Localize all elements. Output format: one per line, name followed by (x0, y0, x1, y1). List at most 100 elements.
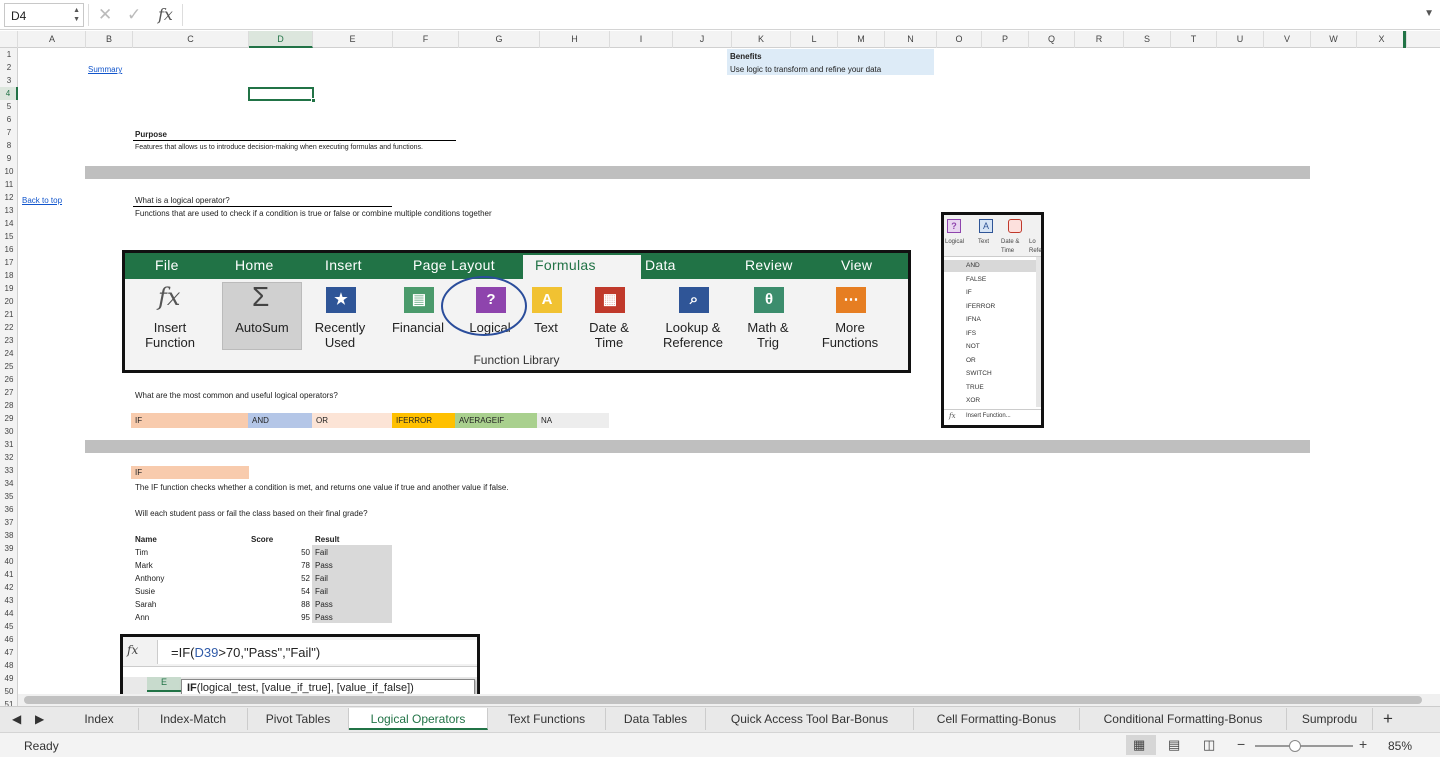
column-header-l[interactable]: L (791, 31, 838, 48)
row-header-26[interactable]: 26 (0, 373, 18, 386)
row-header-15[interactable]: 15 (0, 230, 18, 243)
column-header-e[interactable]: E (313, 31, 393, 48)
column-header-i[interactable]: I (610, 31, 673, 48)
row-header-11[interactable]: 11 (0, 178, 18, 191)
row-header-17[interactable]: 17 (0, 256, 18, 269)
row-header-45[interactable]: 45 (0, 620, 18, 633)
operator-cell-or[interactable]: OR (312, 413, 392, 428)
column-header-u[interactable]: U (1217, 31, 1264, 48)
row-header-29[interactable]: 29 (0, 412, 18, 425)
row-header-3[interactable]: 3 (0, 74, 18, 87)
row-header-32[interactable]: 32 (0, 451, 18, 464)
row-header-38[interactable]: 38 (0, 529, 18, 542)
row-header-22[interactable]: 22 (0, 321, 18, 334)
row-header-28[interactable]: 28 (0, 399, 18, 412)
sheet-tab-pivot-tables[interactable]: Pivot Tables (248, 708, 349, 730)
row-header-13[interactable]: 13 (0, 204, 18, 217)
row-header-27[interactable]: 27 (0, 386, 18, 399)
operator-cell-if[interactable]: IF (131, 413, 248, 428)
column-header-w[interactable]: W (1311, 31, 1357, 48)
row-header-14[interactable]: 14 (0, 217, 18, 230)
back-to-top-link[interactable]: Back to top (22, 194, 62, 207)
row-header-9[interactable]: 9 (0, 152, 18, 165)
row-header-41[interactable]: 41 (0, 568, 18, 581)
row-header-1[interactable]: 1 (0, 48, 18, 61)
sheet-tab-conditional-formatting-bonus[interactable]: Conditional Formatting-Bonus (1080, 708, 1287, 730)
row-header-44[interactable]: 44 (0, 607, 18, 620)
insert-function-icon[interactable]: fx (158, 5, 173, 24)
row-header-21[interactable]: 21 (0, 308, 18, 321)
row-header-47[interactable]: 47 (0, 646, 18, 659)
expand-formula-bar-icon[interactable]: ▼ (1424, 8, 1434, 19)
sheet-tab-data-tables[interactable]: Data Tables (606, 708, 706, 730)
row-header-25[interactable]: 25 (0, 360, 18, 373)
operator-cell-na[interactable]: NA (537, 413, 609, 428)
row-header-23[interactable]: 23 (0, 334, 18, 347)
row-header-18[interactable]: 18 (0, 269, 18, 282)
column-header-x[interactable]: X (1357, 31, 1407, 48)
row-header-20[interactable]: 20 (0, 295, 18, 308)
sheet-tab-logical-operators[interactable]: Logical Operators (349, 708, 488, 730)
select-all-corner[interactable] (0, 31, 18, 48)
scroll-right-icon[interactable]: ▶ (35, 712, 44, 726)
operator-cell-and[interactable]: AND (248, 413, 312, 428)
row-header-33[interactable]: 33 (0, 464, 18, 477)
row-header-10[interactable]: 10 (0, 165, 18, 178)
row-header-36[interactable]: 36 (0, 503, 18, 516)
cancel-icon[interactable]: ✕ (98, 5, 112, 25)
sheet-tab-cell-formatting-bonus[interactable]: Cell Formatting-Bonus (914, 708, 1080, 730)
column-header-r[interactable]: R (1075, 31, 1124, 48)
column-header-t[interactable]: T (1171, 31, 1217, 48)
row-header-46[interactable]: 46 (0, 633, 18, 646)
column-header-g[interactable]: G (459, 31, 540, 48)
name-box-spinner-icon[interactable]: ▲ ▼ (73, 6, 80, 24)
column-header-h[interactable]: H (540, 31, 610, 48)
fill-handle[interactable] (311, 98, 316, 103)
column-header-m[interactable]: M (838, 31, 885, 48)
row-header-34[interactable]: 34 (0, 477, 18, 490)
row-header-30[interactable]: 30 (0, 425, 18, 438)
confirm-icon[interactable]: ✓ (127, 5, 141, 25)
normal-view-icon[interactable]: ▦ (1133, 737, 1145, 753)
row-header-8[interactable]: 8 (0, 139, 18, 152)
active-cell-selection[interactable] (248, 87, 314, 101)
zoom-slider-thumb[interactable] (1289, 740, 1301, 752)
row-header-6[interactable]: 6 (0, 113, 18, 126)
row-header-16[interactable]: 16 (0, 243, 18, 256)
column-header-j[interactable]: J (673, 31, 732, 48)
zoom-slider-track[interactable] (1255, 745, 1353, 747)
sheet-tab-text-functions[interactable]: Text Functions (488, 708, 606, 730)
sheet-tab-sumprodu[interactable]: Sumprodu (1287, 708, 1373, 730)
column-header-d[interactable]: D (249, 31, 313, 48)
row-header-35[interactable]: 35 (0, 490, 18, 503)
horizontal-scrollbar[interactable] (18, 694, 1440, 706)
row-header-39[interactable]: 39 (0, 542, 18, 555)
zoom-out-icon[interactable]: − (1237, 736, 1245, 752)
row-header-40[interactable]: 40 (0, 555, 18, 568)
row-header-4[interactable]: 4 (0, 87, 18, 100)
row-header-5[interactable]: 5 (0, 100, 18, 113)
formula-input[interactable] (186, 4, 1406, 26)
sheet-tab-index-match[interactable]: Index-Match (139, 708, 248, 730)
column-header-n[interactable]: N (885, 31, 937, 48)
column-header-k[interactable]: K (732, 31, 791, 48)
row-header-24[interactable]: 24 (0, 347, 18, 360)
row-header-19[interactable]: 19 (0, 282, 18, 295)
row-header-48[interactable]: 48 (0, 659, 18, 672)
row-header-2[interactable]: 2 (0, 61, 18, 74)
row-header-42[interactable]: 42 (0, 581, 18, 594)
column-header-a[interactable]: A (19, 31, 86, 48)
column-header-s[interactable]: S (1124, 31, 1171, 48)
column-header-v[interactable]: V (1264, 31, 1311, 48)
row-header-12[interactable]: 12 (0, 191, 18, 204)
summary-link[interactable]: Summary (88, 63, 122, 76)
column-header-c[interactable]: C (133, 31, 249, 48)
row-header-43[interactable]: 43 (0, 594, 18, 607)
add-sheet-icon[interactable]: + (1383, 709, 1393, 729)
column-header-b[interactable]: B (86, 31, 133, 48)
column-header-f[interactable]: F (393, 31, 459, 48)
row-header-49[interactable]: 49 (0, 672, 18, 685)
operator-cell-iferror[interactable]: IFERROR (392, 413, 455, 428)
name-box[interactable]: D4 ▲ ▼ (4, 3, 84, 27)
row-header-37[interactable]: 37 (0, 516, 18, 529)
